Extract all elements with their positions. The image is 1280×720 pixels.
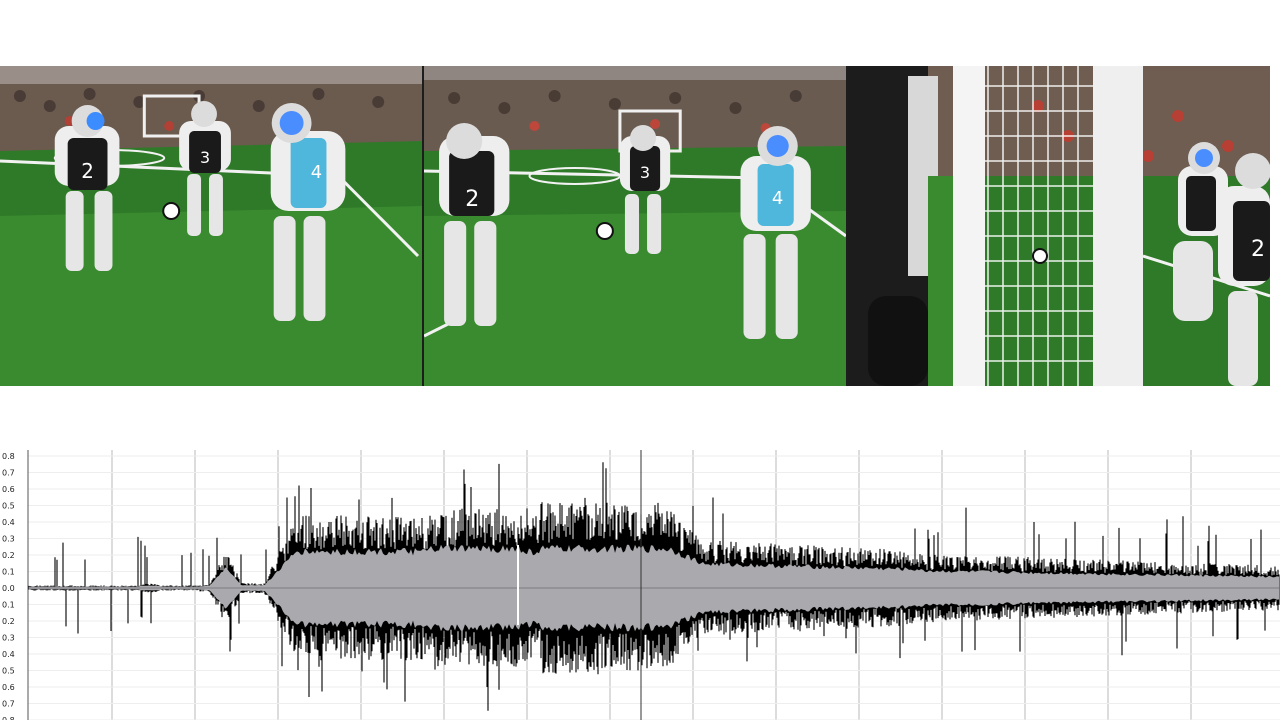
video-frame-2: 2 3 4	[424, 66, 846, 386]
audio-waveform-panel: 0.8 0.7 0.6 0.5 0.4 0.3 0.2 0.1 0.0 0.1 0.2 0.3 0.4 0…	[0, 450, 1280, 720]
svg-text:2: 2	[81, 159, 94, 183]
svg-text:2: 2	[465, 187, 479, 212]
y-tick-label: 0.6	[2, 485, 15, 494]
y-tick-label: 0.1	[2, 568, 15, 577]
y-tick-label: 0.6	[2, 683, 15, 692]
ball	[595, 222, 614, 240]
y-tick-label: 0.7	[2, 469, 15, 478]
svg-text:4: 4	[311, 162, 322, 183]
ball	[1032, 248, 1048, 264]
y-tick-label: 0.0	[2, 584, 15, 593]
y-tick-label: 0.3	[2, 634, 15, 643]
ball	[162, 202, 181, 220]
robot-soccer-scene-2: 2 3 4	[424, 66, 846, 386]
y-tick-label: 0.4	[2, 650, 15, 659]
audio-waveform: 0.8 0.7 0.6 0.5 0.4 0.3 0.2 0.1 0.0 0.1 0.2 0.3 0.4 0…	[2, 450, 1280, 720]
svg-text:3: 3	[200, 148, 210, 167]
video-frame-3: 2	[848, 66, 1270, 386]
svg-text:4: 4	[772, 188, 784, 209]
y-tick-label: 0.5	[2, 667, 15, 676]
robot-soccer-scene-1: 2 3 4	[0, 66, 422, 386]
svg-text:2: 2	[1251, 237, 1265, 262]
y-tick-label: 0.2	[2, 617, 15, 626]
video-frames-strip: 2 3 4 2 3 4 2	[0, 66, 1270, 386]
y-tick-label: 0.2	[2, 551, 15, 560]
y-tick-label: 0.8	[2, 716, 15, 720]
video-frame-1: 2 3 4	[0, 66, 422, 386]
y-tick-label: 0.1	[2, 601, 15, 610]
robot-soccer-goal-scene: 2	[848, 66, 1270, 386]
svg-text:3: 3	[640, 163, 650, 182]
y-tick-label: 0.3	[2, 535, 15, 544]
y-tick-label: 0.7	[2, 700, 15, 709]
y-tick-label: 0.5	[2, 502, 15, 511]
y-tick-label: 0.8	[2, 452, 15, 461]
y-tick-label: 0.4	[2, 518, 15, 527]
